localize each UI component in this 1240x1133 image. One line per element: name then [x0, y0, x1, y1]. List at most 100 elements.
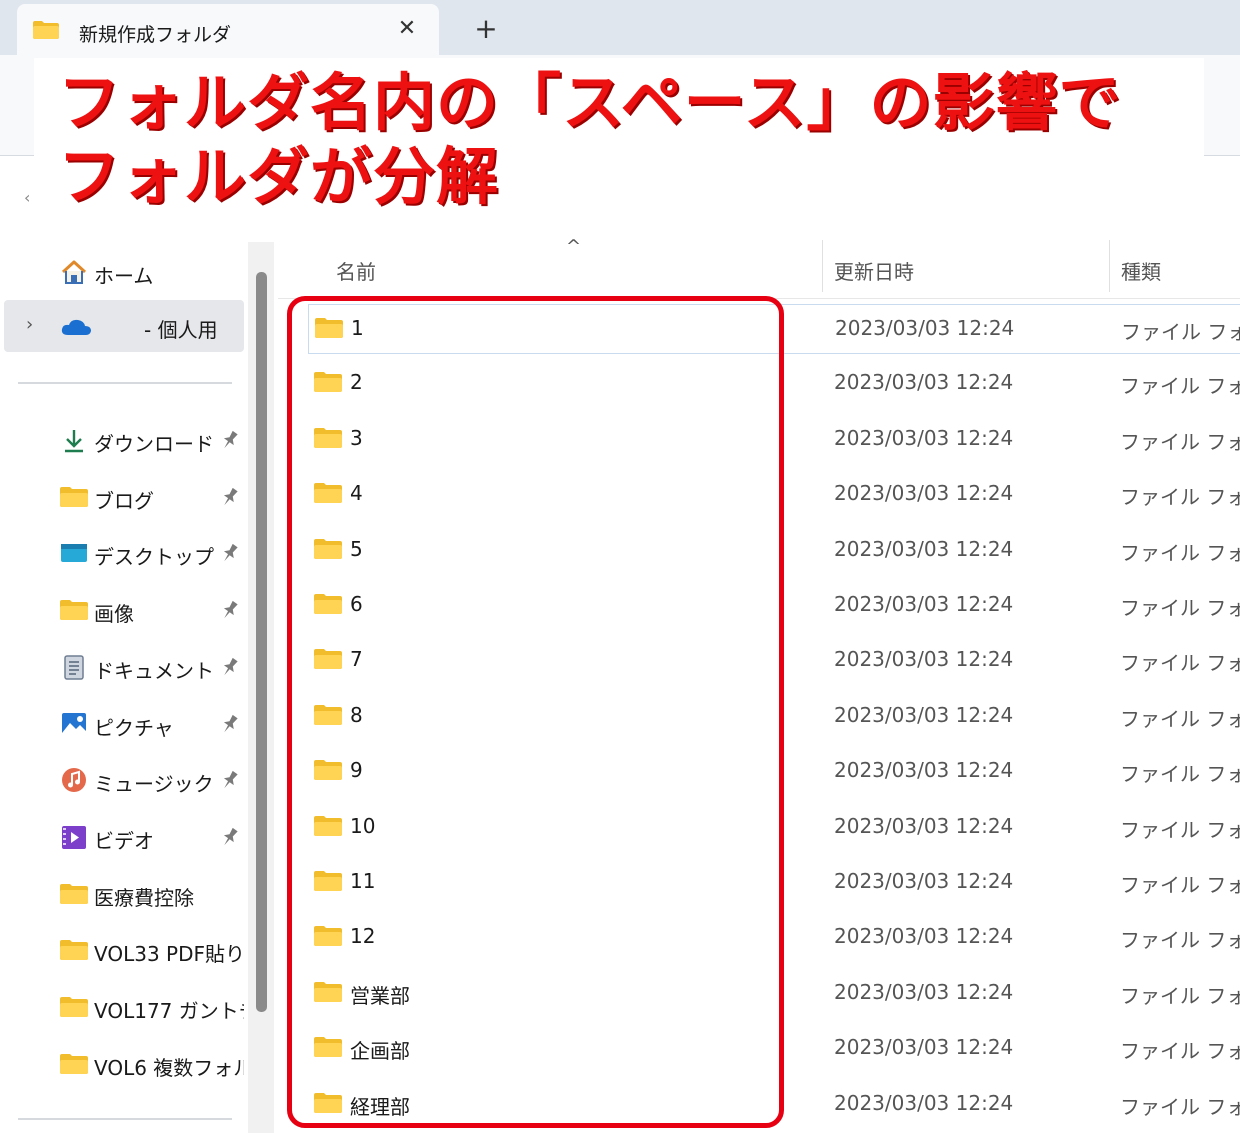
- table-row[interactable]: 経理部 2023/03/03 12:24 ファイル フォルダー: [308, 1080, 1240, 1128]
- table-row[interactable]: 6 2023/03/03 12:24 ファイル フォルダー: [308, 581, 1240, 629]
- file-list-pane: ^ 名前 更新日時 種類 1 2023/03/03 12:24 ファイル フォルダー…: [278, 230, 1240, 1133]
- file-modified: 2023/03/03 12:24: [834, 1035, 1014, 1060]
- column-separator[interactable]: [822, 240, 823, 292]
- file-name: 12: [350, 924, 376, 949]
- file-modified: 2023/03/03 12:24: [834, 536, 1014, 561]
- sidebar-item[interactable]: デスクトップ: [0, 527, 245, 579]
- file-name: 経理部: [350, 1094, 410, 1119]
- annotation-line-2: フォルダが分解: [58, 140, 500, 213]
- file-modified: 2023/03/03 12:24: [834, 481, 1014, 506]
- file-name: 1: [351, 316, 364, 340]
- file-name: 10: [350, 813, 376, 838]
- sidebar-scrollbar-thumb[interactable]: [256, 272, 267, 1012]
- video-icon: [62, 825, 86, 849]
- tab-active[interactable]: 新規作成フォルダ ✕: [17, 4, 439, 55]
- file-modified: 2023/03/03 12:24: [834, 702, 1014, 727]
- sidebar-item[interactable]: ダウンロード: [0, 414, 245, 466]
- file-type: ファイル フォルダー: [1120, 1039, 1240, 1064]
- sidebar-item[interactable]: 画像: [0, 584, 245, 636]
- pin-icon[interactable]: [220, 486, 240, 508]
- table-row[interactable]: 企画部 2023/03/03 12:24 ファイル フォルダー: [308, 1024, 1240, 1072]
- sidebar-item[interactable]: 医療費控除: [0, 868, 245, 920]
- column-separator[interactable]: [1109, 240, 1110, 292]
- sidebar-item-home[interactable]: ホーム: [0, 246, 245, 298]
- table-row[interactable]: 12 2023/03/03 12:24 ファイル フォルダー: [308, 913, 1240, 961]
- sidebar-item-label: VOL6 複数フォルダ: [94, 1055, 244, 1080]
- folder-icon: [314, 981, 342, 1002]
- table-row[interactable]: 9 2023/03/03 12:24 ファイル フォルダー: [308, 747, 1240, 795]
- file-modified: 2023/03/03 12:24: [834, 758, 1014, 783]
- file-name: 4: [350, 481, 363, 506]
- new-tab-icon[interactable]: +: [472, 15, 500, 43]
- folder-icon: [60, 486, 88, 507]
- file-modified: 2023/03/03 12:24: [834, 592, 1014, 616]
- table-row[interactable]: 2 2023/03/03 12:24 ファイル フォルダー: [308, 359, 1240, 407]
- sidebar-item-label: VOL177 ガントチャ: [94, 999, 244, 1023]
- pin-icon[interactable]: [220, 713, 240, 735]
- file-name: 9: [350, 758, 363, 783]
- folder-icon: [314, 704, 342, 725]
- column-header-modified[interactable]: 更新日時: [834, 256, 914, 285]
- sidebar-item[interactable]: VOL6 複数フォルダ: [0, 1038, 245, 1090]
- pin-icon[interactable]: [220, 656, 240, 678]
- desktop-icon: [61, 544, 87, 563]
- folder-icon: [315, 318, 343, 338]
- table-row[interactable]: 3 2023/03/03 12:24 ファイル フォルダー: [308, 415, 1240, 463]
- file-type: ファイル フォルダー: [1120, 540, 1240, 565]
- folder-icon: [314, 649, 342, 670]
- folder-icon: [60, 600, 88, 621]
- table-row[interactable]: 5 2023/03/03 12:24 ファイル フォルダー: [308, 526, 1240, 574]
- column-header-type[interactable]: 種類: [1121, 256, 1161, 285]
- sidebar-item[interactable]: VOL177 ガントチャ: [0, 981, 245, 1033]
- file-name: 6: [350, 592, 363, 616]
- chevron-right-icon[interactable]: ›: [26, 314, 33, 335]
- table-row[interactable]: 8 2023/03/03 12:24 ファイル フォルダー: [308, 692, 1240, 740]
- header-divider: [278, 298, 1240, 299]
- folder-icon: [314, 538, 342, 559]
- table-row[interactable]: 11 2023/03/03 12:24 ファイル フォルダー: [308, 858, 1240, 906]
- back-icon[interactable]: ‹: [24, 188, 30, 207]
- pin-icon[interactable]: [220, 599, 240, 621]
- column-header-name[interactable]: 名前: [336, 256, 376, 285]
- sidebar-item[interactable]: ドキュメント: [0, 641, 245, 693]
- sidebar-item[interactable]: ビデオ: [0, 811, 245, 863]
- table-row[interactable]: 営業部 2023/03/03 12:24 ファイル フォルダー: [308, 969, 1240, 1017]
- sidebar-item[interactable]: VOL33 PDF貼り付: [0, 924, 245, 976]
- close-icon[interactable]: ✕: [393, 15, 421, 43]
- file-type: ファイル フォルダー: [1120, 485, 1240, 510]
- file-type: ファイル フォルダー: [1120, 596, 1240, 620]
- pin-icon[interactable]: [220, 769, 240, 791]
- pin-icon[interactable]: [220, 542, 240, 564]
- file-type: ファイル フォルダー: [1120, 928, 1240, 953]
- sidebar-item[interactable]: ミュージック: [0, 754, 245, 806]
- folder-icon: [314, 760, 342, 781]
- folder-icon: [314, 1037, 342, 1058]
- pin-icon[interactable]: [220, 826, 240, 848]
- download-icon: [65, 430, 83, 453]
- document-icon: [64, 655, 84, 680]
- folder-icon: [314, 926, 342, 947]
- table-row[interactable]: 1 2023/03/03 12:24 ファイル フォルダー: [308, 304, 1240, 354]
- file-name: 営業部: [350, 983, 410, 1008]
- sidebar-item-onedrive[interactable]: › - 個人用: [4, 300, 244, 352]
- table-row[interactable]: 7 2023/03/03 12:24 ファイル フォルダー: [308, 636, 1240, 684]
- file-name: 2: [350, 370, 363, 395]
- file-type: ファイル フォルダー: [1120, 706, 1240, 731]
- file-modified: 2023/03/03 12:24: [834, 813, 1014, 838]
- folder-icon: [314, 594, 342, 614]
- sidebar-item[interactable]: ピクチャ: [0, 698, 245, 750]
- file-modified: 2023/03/03 12:24: [834, 1090, 1014, 1115]
- pin-icon[interactable]: [220, 429, 240, 451]
- file-name: 企画部: [350, 1039, 410, 1064]
- file-modified: 2023/03/03 12:24: [834, 924, 1014, 949]
- file-type: ファイル フォルダー: [1120, 429, 1240, 454]
- sidebar-item[interactable]: ブログ: [0, 471, 245, 523]
- tab-title: 新規作成フォルダ: [79, 24, 232, 46]
- file-modified: 2023/03/03 12:24: [834, 869, 1014, 893]
- folder-icon: [314, 871, 342, 891]
- table-row[interactable]: 10 2023/03/03 12:24 ファイル フォルダー: [308, 803, 1240, 851]
- file-type: ファイル フォルダー: [1120, 983, 1240, 1008]
- table-row[interactable]: 4 2023/03/03 12:24 ファイル フォルダー: [308, 470, 1240, 518]
- file-name: 5: [350, 536, 363, 561]
- home-icon: [61, 260, 87, 284]
